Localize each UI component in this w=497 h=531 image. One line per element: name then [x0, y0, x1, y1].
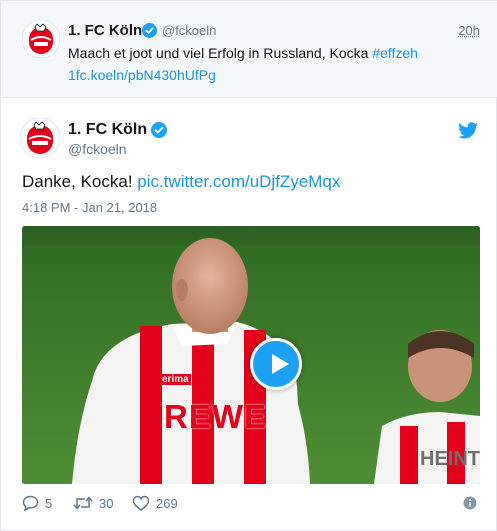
main-text-body: Danke, Kocka! — [22, 172, 137, 191]
heart-icon — [132, 495, 150, 511]
video-player[interactable]: REWE erima HEINT — [22, 226, 480, 484]
main-tweet-text: Danke, Kocka! pic.twitter.com/uDjfZyeMqx — [22, 172, 340, 192]
pic-link[interactable]: pic.twitter.com/uDjfZyeMqx — [137, 172, 340, 191]
parent-tweet[interactable]: 1. FC Köln @fckoeln 20h Maach et joot un… — [1, 1, 497, 98]
reply-button[interactable]: 5 — [22, 493, 52, 513]
retweet-icon — [73, 495, 93, 511]
main-display-name[interactable]: 1. FC Köln — [68, 121, 147, 139]
verified-badge-icon — [142, 23, 157, 38]
sleeve-brand-text: erima — [160, 374, 191, 385]
tweet-date[interactable]: 4:18 PM - Jan 21, 2018 — [22, 200, 157, 215]
club-logo-icon[interactable] — [20, 118, 60, 158]
tweet-actions: 5 30 269 — [22, 493, 480, 513]
verified-badge-icon — [151, 122, 167, 138]
retweet-count: 30 — [99, 496, 113, 511]
parent-handle[interactable]: @fckoeln — [162, 23, 216, 38]
like-button[interactable]: 269 — [132, 493, 178, 513]
info-button[interactable] — [463, 493, 483, 513]
like-count: 269 — [156, 496, 178, 511]
second-player-name-text: HEINT — [420, 448, 480, 471]
hashtag-link[interactable]: #effzeh — [372, 45, 418, 61]
parent-display-name[interactable]: 1. FC Köln — [68, 22, 142, 39]
club-logo-icon[interactable] — [22, 20, 60, 58]
twitter-bird-icon[interactable] — [458, 122, 478, 139]
tweet-embed-card: 1. FC Köln @fckoeln 20h Maach et joot un… — [0, 0, 497, 531]
reply-count: 5 — [45, 496, 52, 511]
shirt-sponsor-text: REWE — [164, 398, 267, 436]
play-icon[interactable] — [250, 338, 302, 390]
info-icon — [463, 496, 477, 510]
main-handle[interactable]: @fckoeln — [68, 141, 127, 157]
parent-timestamp[interactable]: 20h — [458, 23, 480, 38]
retweet-button[interactable]: 30 — [73, 493, 113, 513]
parent-text-body: Maach et joot und viel Erfolg in Russlan… — [68, 45, 372, 61]
reply-icon — [22, 495, 39, 511]
parent-url-link[interactable]: 1fc.koeln/pbN430hUfPg — [68, 67, 216, 83]
parent-tweet-text: Maach et joot und viel Erfolg in Russlan… — [68, 42, 468, 86]
